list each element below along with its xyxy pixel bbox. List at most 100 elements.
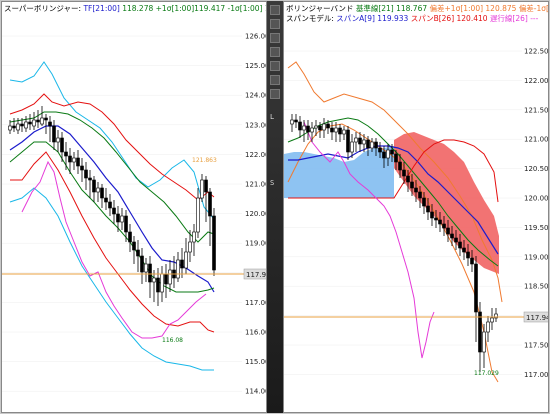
left-candle bbox=[76, 157, 80, 167]
right-y-tick-label: 121.000 bbox=[524, 136, 549, 144]
right-candle bbox=[406, 175, 410, 183]
right-candle bbox=[422, 197, 426, 207]
right-candle bbox=[338, 127, 342, 135]
right-candle bbox=[314, 125, 318, 129]
left-lower1-band bbox=[10, 151, 215, 333]
right-candle bbox=[394, 153, 398, 163]
right-candle bbox=[470, 257, 474, 265]
left-candle bbox=[80, 165, 84, 171]
left-y-tick-label: 122.000 bbox=[245, 151, 267, 159]
right-candle bbox=[486, 321, 490, 333]
left-candle bbox=[100, 187, 104, 199]
left-y-axis: 126.000 125.000 124.000 123.000 122.000 121.0… bbox=[245, 33, 267, 396]
right-candle bbox=[298, 121, 302, 131]
left-candle bbox=[92, 179, 96, 193]
right-candle bbox=[398, 161, 402, 171]
left-candle bbox=[200, 179, 204, 199]
left-candle bbox=[8, 125, 12, 131]
left-candle bbox=[136, 249, 140, 257]
right-y-tick-label: 117.000 bbox=[524, 371, 549, 379]
right-candle bbox=[438, 219, 442, 225]
left-candle bbox=[48, 121, 52, 127]
left-candle bbox=[84, 169, 88, 179]
right-candle bbox=[318, 125, 322, 131]
left-plot-area: 126.000 125.000 124.000 123.000 122.000 121.0… bbox=[2, 33, 267, 396]
right-candle bbox=[378, 147, 382, 153]
left-candle bbox=[140, 255, 144, 273]
left-candle bbox=[196, 197, 200, 233]
right-y-tick-label: 119.500 bbox=[524, 224, 549, 232]
span-model-chart[interactable]: ボリンジャーバンド 基準線[21] 118.767 偏差+1σ[1:00] 12… bbox=[283, 1, 549, 413]
tool-hline-icon[interactable] bbox=[270, 47, 280, 57]
tool-fibo-icon[interactable] bbox=[270, 89, 280, 99]
right-candle bbox=[418, 191, 422, 199]
tool-label-s: S bbox=[270, 179, 275, 187]
left-candle bbox=[168, 269, 172, 285]
left-candle bbox=[108, 201, 112, 209]
right-candle bbox=[462, 247, 466, 253]
chart-window: スーパーボリンジャー: TF[21:00] 118.278 +1σ[1:00]1… bbox=[0, 0, 550, 414]
right-y-tick-label: 121.500 bbox=[524, 106, 549, 114]
left-price-marker: 117.947 bbox=[246, 271, 267, 279]
right-candle bbox=[474, 263, 478, 313]
tool-crosshair-icon[interactable] bbox=[270, 19, 280, 29]
left-candle bbox=[64, 151, 68, 157]
left-series bbox=[9, 61, 215, 371]
left-y-tick-label: 121.000 bbox=[245, 181, 267, 189]
left-candle bbox=[16, 123, 20, 131]
left-candle bbox=[128, 231, 132, 243]
left-upper2-band bbox=[9, 61, 215, 220]
right-candle bbox=[358, 137, 362, 145]
tool-vline-icon[interactable] bbox=[270, 61, 280, 71]
right-candle bbox=[366, 139, 370, 149]
left-candle bbox=[176, 259, 180, 279]
right-candle bbox=[306, 125, 310, 133]
tool-channel-icon[interactable] bbox=[270, 75, 280, 85]
left-candle bbox=[88, 177, 92, 181]
right-candle bbox=[334, 127, 338, 133]
right-y-tick-label: 122.500 bbox=[524, 48, 549, 56]
left-candle bbox=[132, 241, 136, 251]
left-lower-mid-band bbox=[9, 141, 215, 293]
right-candle bbox=[302, 125, 306, 131]
left-candle bbox=[148, 263, 152, 283]
right-candle bbox=[490, 317, 494, 323]
right-candle bbox=[326, 123, 330, 129]
right-candle bbox=[430, 211, 434, 219]
left-y-tick-label: 115.000 bbox=[245, 358, 267, 366]
right-candle bbox=[458, 241, 462, 249]
right-candle bbox=[454, 237, 458, 243]
left-candle bbox=[112, 207, 116, 215]
chart-toolbar: L S bbox=[267, 1, 283, 413]
right-candle bbox=[482, 331, 486, 353]
left-y-tick-label: 117.000 bbox=[245, 299, 267, 307]
right-candle bbox=[346, 129, 350, 153]
right-candle bbox=[330, 127, 334, 133]
right-y-tick-label: 122.000 bbox=[524, 77, 549, 85]
left-candle bbox=[96, 187, 100, 193]
left-candle bbox=[52, 125, 56, 143]
left-candle bbox=[72, 157, 76, 163]
right-candle bbox=[322, 123, 326, 131]
left-y-tick-label: 124.000 bbox=[245, 92, 267, 100]
left-candle bbox=[20, 123, 24, 127]
left-candle bbox=[40, 117, 44, 125]
right-low-label: 117.029 bbox=[474, 370, 499, 377]
right-candle bbox=[446, 227, 450, 235]
left-y-tick-label: 126.000 bbox=[245, 33, 267, 41]
left-candle bbox=[152, 277, 156, 283]
right-candle bbox=[374, 141, 378, 149]
right-candle bbox=[354, 137, 358, 143]
left-candle bbox=[36, 119, 40, 123]
tool-trendline-icon[interactable] bbox=[270, 33, 280, 43]
super-bollinger-chart[interactable]: スーパーボリンジャー: TF[21:00] 118.278 +1σ[1:00]1… bbox=[1, 1, 267, 413]
right-candle bbox=[310, 127, 314, 133]
left-lower2-band bbox=[9, 187, 214, 371]
left-y-tick-label: 116.000 bbox=[245, 329, 267, 337]
left-y-tick-label: 114.000 bbox=[245, 388, 267, 396]
right-candle bbox=[450, 233, 454, 239]
right-candle bbox=[434, 217, 438, 221]
left-candle bbox=[144, 263, 148, 273]
tool-cursor-icon[interactable] bbox=[270, 5, 280, 15]
left-candle bbox=[192, 231, 196, 243]
